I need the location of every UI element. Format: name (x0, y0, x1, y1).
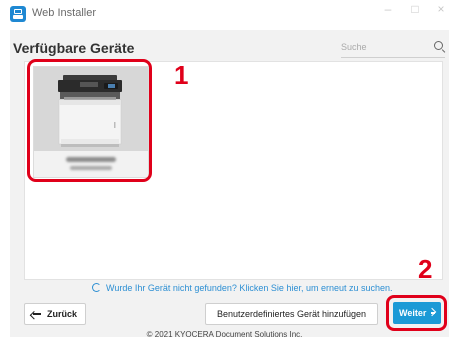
marker-2: 2 (418, 254, 433, 284)
add-custom-device-button[interactable]: Benutzerdefiniertes Gerät hinzufügen (205, 303, 378, 325)
refresh-icon (92, 283, 101, 292)
app-icon (10, 6, 26, 22)
back-label: Zurück (46, 309, 77, 319)
back-button[interactable]: Zurück (24, 303, 86, 325)
copyright-footer: © 2021 KYOCERA Document Solutions Inc. (146, 330, 303, 339)
maximize-button[interactable]: □ (405, 2, 425, 16)
refresh-link[interactable]: Wurde Ihr Gerät nicht gefunden? Klicken … (92, 283, 393, 293)
highlight-next (386, 295, 447, 331)
title-bar: Web Installer – □ × (0, 0, 449, 30)
arrow-left-icon (32, 313, 41, 315)
minimize-button[interactable]: – (378, 2, 398, 16)
search-box[interactable] (341, 37, 445, 58)
close-button[interactable]: × (431, 2, 449, 16)
page-title: Verfügbare Geräte (13, 40, 135, 56)
search-input[interactable] (341, 39, 427, 55)
window-title: Web Installer (32, 7, 96, 19)
highlight-device (27, 59, 152, 182)
search-icon[interactable] (434, 41, 443, 50)
marker-1: 1 (174, 60, 189, 90)
refresh-text: Wurde Ihr Gerät nicht gefunden? Klicken … (106, 283, 393, 293)
